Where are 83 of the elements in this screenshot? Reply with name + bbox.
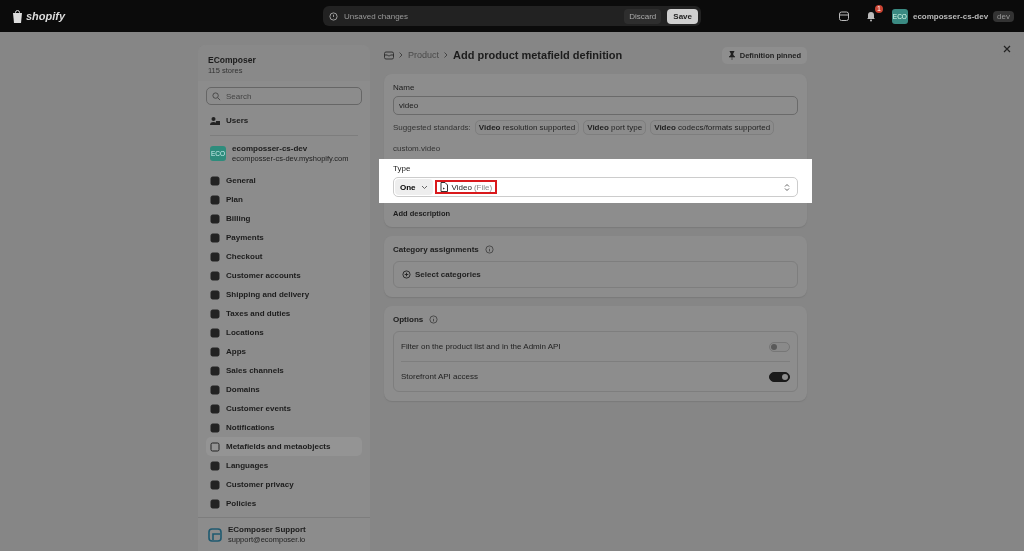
- pin-icon: [727, 50, 736, 60]
- status-text: Unsaved changes: [344, 11, 410, 21]
- info-icon[interactable]: [429, 315, 439, 324]
- sidebar-item[interactable]: Locations: [206, 323, 362, 342]
- chevron-right-icon: [399, 52, 403, 58]
- square-icon: [210, 251, 220, 262]
- option-label: Storefront API access: [401, 372, 478, 381]
- close-icon: [1003, 45, 1011, 53]
- select-arrows-icon: [784, 182, 790, 192]
- square-icon: [210, 403, 220, 414]
- type-detail: (File): [473, 182, 493, 192]
- sidebar-item[interactable]: General: [206, 171, 362, 190]
- chevron-right-icon: [444, 52, 449, 58]
- users-icon: [210, 115, 220, 126]
- sidebar-item[interactable]: Notifications: [206, 418, 362, 437]
- suggestion-chip[interactable]: Video resolution supported: [474, 120, 580, 135]
- sidebar-item[interactable]: Domains: [206, 380, 362, 399]
- sidebar-item[interactable]: Metafields and metaobjects: [206, 437, 362, 456]
- org-name: EComposer: [208, 55, 257, 65]
- square-icon: [210, 213, 220, 224]
- square-icon: [210, 232, 220, 243]
- square-icon: [210, 175, 220, 186]
- square-icon: [210, 384, 220, 395]
- option-label: Filter on the product list and in the Admin API: [401, 342, 561, 351]
- sidebar-item[interactable]: Taxes and duties: [206, 304, 362, 323]
- toggle-switch[interactable]: [769, 371, 790, 382]
- search-icon: [212, 92, 221, 101]
- discard-button[interactable]: Discard: [624, 8, 662, 24]
- square-icon: [210, 422, 220, 433]
- sidebar-item[interactable]: Sales channels: [206, 361, 362, 380]
- file-icon: [439, 182, 448, 192]
- square-icon: [210, 289, 220, 300]
- sidebar-item[interactable]: Customer events: [206, 399, 362, 418]
- shopping-bag-icon: [12, 9, 23, 23]
- plus-circle-icon: [402, 270, 411, 279]
- select-categories-button[interactable]: Select categories: [393, 261, 798, 288]
- sidebar-item[interactable]: Payments: [206, 228, 362, 247]
- sidebar-item[interactable]: Shipping and delivery: [206, 285, 362, 304]
- suggested-label: Suggested standards:: [393, 123, 471, 132]
- field-label: Type: [393, 164, 411, 173]
- toggle-switch[interactable]: [769, 341, 790, 352]
- sidebar-item[interactable]: Customer privacy: [206, 475, 362, 494]
- sidebar-item[interactable]: Policies: [206, 494, 362, 513]
- square-icon: [210, 441, 220, 452]
- list-mode-dropdown[interactable]: One: [395, 179, 433, 195]
- support-title: EComposer Support: [228, 525, 306, 534]
- square-icon: [210, 327, 220, 338]
- users-link[interactable]: Users: [226, 116, 249, 125]
- square-icon: [210, 460, 220, 471]
- logo-text: shopify: [26, 10, 66, 22]
- suggestion-chip[interactable]: Video codecs/formats supported: [650, 120, 775, 135]
- suggestion-chip[interactable]: Video port type: [583, 120, 647, 135]
- app-logo-icon: [208, 527, 222, 542]
- square-icon: [210, 479, 220, 490]
- name-field[interactable]: video: [393, 96, 798, 115]
- sidebar-item[interactable]: Customer accounts: [206, 266, 362, 285]
- sidebar-item[interactable]: Billing: [206, 209, 362, 228]
- type-name: Video: [451, 182, 472, 192]
- namespace-key: custom.video: [393, 144, 441, 153]
- sidebar-item[interactable]: Checkout: [206, 247, 362, 266]
- info-icon[interactable]: [484, 245, 494, 254]
- sidebar-item[interactable]: Apps: [206, 342, 362, 361]
- chevron-down-icon: [420, 184, 428, 190]
- square-icon: [210, 308, 220, 319]
- search-field[interactable]: Search: [206, 87, 362, 105]
- info-icon: [329, 11, 338, 21]
- store-tag: dev: [993, 10, 1014, 22]
- square-icon: [210, 365, 220, 376]
- square-icon: [210, 270, 220, 281]
- sidebar-item[interactable]: Plan: [206, 190, 362, 209]
- square-icon: [210, 346, 220, 357]
- store-name[interactable]: ecomposser-cs-dev: [912, 11, 989, 21]
- page-title: Add product metafield definition: [453, 49, 623, 61]
- store-name: ecomposser-cs-dev: [232, 144, 309, 153]
- square-icon: [210, 498, 220, 509]
- section-title: Options: [393, 315, 424, 324]
- field-label: Name: [393, 83, 415, 92]
- tray-icon[interactable]: [384, 50, 394, 60]
- save-button[interactable]: Save: [667, 8, 698, 24]
- section-title: Category assignments: [393, 245, 479, 254]
- sidebar-item[interactable]: Languages: [206, 456, 362, 475]
- type-select[interactable]: One Video (File): [393, 177, 798, 197]
- square-icon: [210, 194, 220, 205]
